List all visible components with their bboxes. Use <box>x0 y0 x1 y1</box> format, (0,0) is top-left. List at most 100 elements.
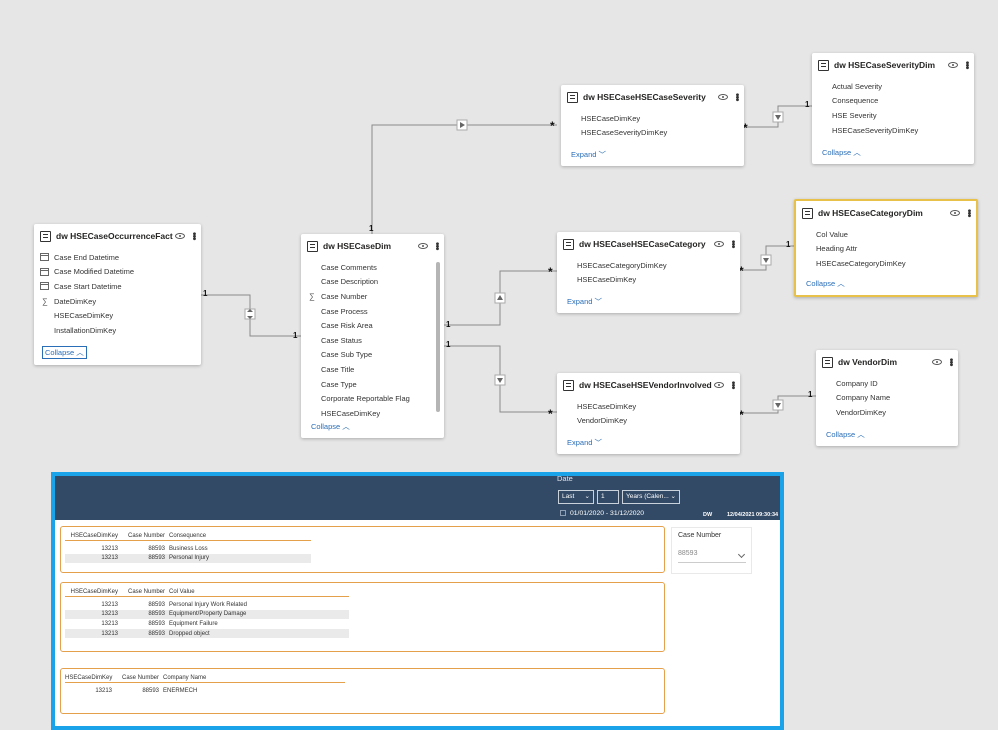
cardinality-many: * <box>550 119 555 133</box>
field-item[interactable]: Actual Severity <box>812 79 974 94</box>
field-item[interactable]: ∑ Case Number <box>301 289 444 304</box>
card-header[interactable]: dw HSECaseHSECaseCategory ••• <box>557 232 740 256</box>
field-item[interactable]: Case Title <box>301 362 444 377</box>
expand-button[interactable]: Expand ﹀ <box>567 437 602 448</box>
field-label: Case Number <box>321 291 368 301</box>
case-number-slicer[interactable]: Case Number 88593 <box>671 527 752 574</box>
field-label: Case Sub Type <box>321 350 373 360</box>
card-header[interactable]: dw HSECaseCategoryDim ••• <box>796 201 976 225</box>
table-cell: Business Loss <box>169 545 208 552</box>
field-item[interactable]: Case Comments <box>301 260 444 275</box>
column-header[interactable]: Consequence <box>169 533 309 539</box>
field-label: Case Modified Datetime <box>54 267 135 277</box>
field-item[interactable]: Case Process <box>301 304 444 319</box>
field-item[interactable]: ∑ DateDimKey <box>34 294 201 309</box>
period-unit-select[interactable]: Years (Calen... ⌄ <box>622 490 680 504</box>
report-preview: Date Last ⌄ 1 Years (Calen... ⌄ 01/01/20… <box>51 472 784 730</box>
table-card-category-bridge[interactable]: dw HSECaseHSECaseCategory ••• HSECaseCat… <box>557 232 740 313</box>
more-options-icon[interactable]: ••• <box>731 93 742 101</box>
table-card-category-dim[interactable]: dw HSECaseCategoryDim ••• Col Value Head… <box>794 199 978 297</box>
visibility-eye-icon[interactable] <box>418 243 428 249</box>
column-header[interactable]: Company Name <box>163 675 343 681</box>
card-header[interactable]: dw HSECaseSeverityDim ••• <box>812 53 974 77</box>
expand-button[interactable]: Expand ﹀ <box>567 296 602 307</box>
visibility-eye-icon[interactable] <box>718 94 728 100</box>
table-card-severity-dim[interactable]: dw HSECaseSeverityDim ••• Actual Severit… <box>812 53 974 164</box>
column-header[interactable]: HSECaseDimKey <box>65 533 121 539</box>
column-header[interactable]: HSECaseDimKey <box>65 675 115 681</box>
visibility-eye-icon[interactable] <box>932 359 942 365</box>
visibility-eye-icon[interactable] <box>175 233 185 239</box>
column-header[interactable]: Case Number <box>121 533 169 539</box>
field-item[interactable]: InstallationDimKey <box>34 323 201 338</box>
field-item[interactable]: Company Name <box>816 391 958 406</box>
more-options-icon[interactable]: ••• <box>188 232 199 240</box>
field-item[interactable]: HSECaseCategoryDimKey <box>796 256 976 271</box>
collapse-button[interactable]: Collapse ︿ <box>806 278 845 289</box>
card-header[interactable]: dw HSECaseHSEVendorInvolved ••• <box>557 373 740 397</box>
field-item[interactable]: HSECaseDimKey <box>561 111 744 126</box>
collapse-button[interactable]: Collapse ︿ <box>826 429 865 440</box>
more-options-icon[interactable]: ••• <box>727 381 738 389</box>
card-header[interactable]: dw HSECaseHSECaseSeverity ••• <box>561 85 744 109</box>
slicer-dropdown[interactable]: 88593 <box>678 550 746 563</box>
visibility-eye-icon[interactable] <box>950 210 960 216</box>
field-item[interactable]: Case Risk Area <box>301 318 444 333</box>
column-header[interactable]: Case Number <box>121 589 169 595</box>
field-item[interactable]: HSECaseSeverityDimKey <box>561 126 744 141</box>
column-header[interactable]: Case Number <box>115 675 163 681</box>
field-item[interactable]: Corporate Reportable Flag <box>301 391 444 406</box>
table-card-vendor-bridge[interactable]: dw HSECaseHSEVendorInvolved ••• HSECaseD… <box>557 373 740 454</box>
card-header[interactable]: dw HSECaseOccurrenceFact ••• <box>34 224 201 248</box>
field-item[interactable]: Col Value <box>796 227 976 242</box>
field-item[interactable]: HSECaseCategoryDimKey <box>557 258 740 273</box>
table-card-vendor-dim[interactable]: dw VendorDim ••• Company ID Company Name… <box>816 350 958 446</box>
visibility-eye-icon[interactable] <box>714 382 724 388</box>
table-icon <box>567 91 578 103</box>
field-item[interactable]: HSECaseDimKey <box>301 406 444 421</box>
card-header[interactable]: dw HSECaseDim ••• <box>301 234 444 258</box>
field-item[interactable]: Case Type <box>301 377 444 392</box>
field-item[interactable]: Case Start Datetime <box>34 279 201 294</box>
field-item[interactable]: Company ID <box>816 376 958 391</box>
field-item[interactable]: VendorDimKey <box>816 405 958 420</box>
more-options-icon[interactable]: ••• <box>963 209 974 217</box>
field-item[interactable]: HSECaseDimKey <box>557 399 740 414</box>
field-item[interactable]: HSE Severity <box>812 108 974 123</box>
field-item[interactable]: Case End Datetime <box>34 250 201 265</box>
period-count-input[interactable]: 1 <box>597 490 619 504</box>
collapse-button[interactable]: Collapse ︿ <box>822 147 861 158</box>
column-header[interactable]: HSECaseDimKey <box>65 589 121 595</box>
field-item[interactable]: Heading Attr <box>796 242 976 257</box>
expand-button[interactable]: Expand ﹀ <box>571 149 606 160</box>
model-canvas: 1 1 1 * 1 * 1 * * 1 * 1 * 1 dw HSECaseOc… <box>0 0 998 730</box>
field-item[interactable]: Case Modified Datetime <box>34 265 201 280</box>
collapse-button[interactable]: Collapse ︿ <box>42 346 87 359</box>
table-card-case-dim[interactable]: dw HSECaseDim ••• Case Comments Case Des… <box>301 234 444 438</box>
field-item[interactable]: HSECaseSeverityDimKey <box>812 123 974 138</box>
more-options-icon[interactable]: ••• <box>431 242 442 250</box>
field-item[interactable]: Case Status <box>301 333 444 348</box>
field-label: HSECaseDimKey <box>581 113 641 123</box>
table-card-severity-bridge[interactable]: dw HSECaseHSECaseSeverity ••• HSECaseDim… <box>561 85 744 166</box>
scrollbar[interactable] <box>436 262 440 412</box>
field-item[interactable]: VendorDimKey <box>557 414 740 429</box>
table-card-occurrence-fact[interactable]: dw HSECaseOccurrenceFact ••• Case End Da… <box>34 224 201 365</box>
field-item[interactable]: HSECaseDimKey <box>34 308 201 323</box>
visibility-eye-icon[interactable] <box>714 241 724 247</box>
field-item[interactable]: Consequence <box>812 94 974 109</box>
field-item[interactable]: Case Description <box>301 275 444 290</box>
field-item[interactable]: Case Sub Type <box>301 348 444 363</box>
calendar-icon <box>40 282 49 291</box>
field-item[interactable]: HSECaseDimKey <box>557 273 740 288</box>
visibility-eye-icon[interactable] <box>948 62 958 68</box>
collapse-label: Collapse <box>806 279 836 288</box>
more-options-icon[interactable]: ••• <box>961 61 972 69</box>
more-options-icon[interactable]: ••• <box>945 358 956 366</box>
more-options-icon[interactable]: ••• <box>727 240 738 248</box>
period-type-select[interactable]: Last ⌄ <box>558 490 594 504</box>
collapse-button[interactable]: Collapse ︿ <box>311 421 350 432</box>
table-icon <box>802 207 813 219</box>
column-header[interactable]: Col Value <box>169 589 347 595</box>
card-header[interactable]: dw VendorDim ••• <box>816 350 958 374</box>
